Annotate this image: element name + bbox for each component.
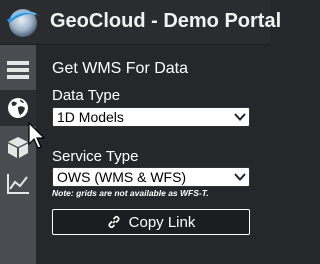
globe-logo-icon [7,9,40,37]
service-type-select[interactable]: OWS (WMS & WFS) [52,167,250,187]
chevron-down-icon [234,173,246,181]
copy-link-button[interactable]: Copy Link [52,209,250,235]
copy-link-label: Copy Link [128,213,196,231]
link-icon [108,215,120,229]
service-type-label: Service Type [52,148,139,165]
app-header: GeoCloud - Demo Portal [0,0,281,45]
globe-icon [8,98,28,118]
service-type-value: OWS (WMS & WFS) [57,169,187,185]
cube-icon [8,137,28,158]
data-type-value: 1D Models [57,109,124,125]
sidebar-item-cube[interactable] [0,129,36,165]
data-type-select[interactable]: 1D Models [52,107,250,127]
chevron-down-icon [234,113,246,121]
sidebar [0,45,36,264]
wms-panel: Get WMS For Data Data Type 1D Models Ser… [36,45,270,264]
service-type-note: Note: grids are not available as WFS-T. [52,188,209,198]
hamburger-icon [7,61,29,79]
panel-title: Get WMS For Data [52,60,189,77]
sidebar-item-menu[interactable] [0,52,36,88]
sidebar-item-chart[interactable] [0,166,36,202]
data-type-label: Data Type [52,87,121,104]
app-title: GeoCloud - Demo Portal [50,10,282,32]
line-chart-icon [7,174,29,194]
sidebar-item-globe[interactable] [0,90,36,126]
